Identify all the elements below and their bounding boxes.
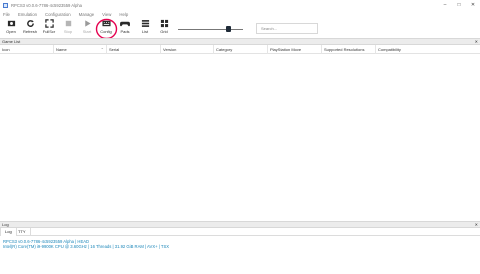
start-label: Start [82,29,92,34]
menu-view[interactable]: View [102,12,111,17]
column-name-label: Name [56,47,67,52]
grid-label: Grid [160,29,168,34]
column-compatibility[interactable]: Compatibility [376,45,480,54]
refresh-icon [26,20,34,27]
list-view-button[interactable]: List [136,19,154,37]
play-icon [84,20,91,27]
list-label: List [141,29,149,34]
stop-icon [65,20,71,27]
fullscreen-button[interactable]: FullScr [40,19,58,37]
folder-icon [7,20,15,27]
game-list-title: Game List [2,39,21,44]
list-icon [141,20,149,27]
slider-track [178,28,243,30]
grid-icon [160,19,168,28]
column-category[interactable]: Category [214,45,268,54]
column-icon[interactable]: Icon [0,45,54,54]
stop-button[interactable]: Stop [59,19,77,37]
log-panel-close-icon[interactable]: ✕ [475,222,478,227]
refresh-button[interactable]: Refresh [21,19,39,37]
log-panel-title: Log [2,222,9,227]
game-list-close-icon[interactable]: ✕ [475,39,478,44]
refresh-label: Refresh [22,29,37,34]
title-bar: RPCS3 v0.0.6-7786-4c5923559 Alpha – □ ✕ [0,0,480,10]
log-line: Intel(R) Core(TM) i9-9900K CPU @ 3.60GHz… [3,244,170,249]
menu-emulation[interactable]: Emulation [18,12,37,17]
tab-tty[interactable]: TTY [14,228,31,236]
game-list-header: Game List ✕ [0,38,480,45]
stop-label: Stop [63,29,73,34]
menu-manage[interactable]: Manage [79,12,95,17]
game-table-header: Icon Name ⌃ Serial Version Category Play… [0,45,480,54]
window-controls: – □ ✕ [438,0,480,10]
menu-file[interactable]: File [3,12,10,17]
column-serial[interactable]: Serial [107,45,161,54]
sort-arrow-icon: ⌃ [100,47,104,52]
gamepad-icon [120,21,130,27]
search-input[interactable]: Search... [256,23,318,34]
fullscreen-label: FullScr [42,29,56,34]
open-button[interactable]: Open [2,19,20,37]
start-button[interactable]: Start [78,19,96,37]
slider-handle[interactable] [226,26,231,32]
menu-bar: File Emulation Configuration Manage View… [0,10,480,18]
open-label: Open [6,29,16,34]
icon-size-slider[interactable] [178,26,243,32]
column-playstation-move[interactable]: PlayStation Move [268,45,322,54]
log-panel-header: Log ✕ [0,221,480,228]
pads-button[interactable]: Pads [116,19,134,37]
minimize-button[interactable]: – [438,0,452,10]
maximize-button[interactable]: □ [452,0,466,10]
pads-label: Pads [120,29,130,34]
column-name[interactable]: Name ⌃ [54,45,107,54]
app-icon [3,2,8,8]
game-table-body[interactable] [0,54,480,220]
grid-view-button[interactable]: Grid [155,19,173,37]
log-output[interactable]: RPCS3 v0.0.6-7786-4c5923559 Alpha | HEAD… [0,236,480,274]
window-title: RPCS3 v0.0.6-7786-4c5923559 Alpha [11,2,83,8]
log-tabs: Log TTY [0,228,480,236]
menu-configuration[interactable]: Configuration [45,12,71,17]
close-button[interactable]: ✕ [466,0,480,10]
column-supported-resolutions[interactable]: Supported Resolutions [322,45,376,54]
menu-help[interactable]: Help [119,12,128,17]
fullscreen-icon [44,19,54,28]
column-version[interactable]: Version [161,45,214,54]
